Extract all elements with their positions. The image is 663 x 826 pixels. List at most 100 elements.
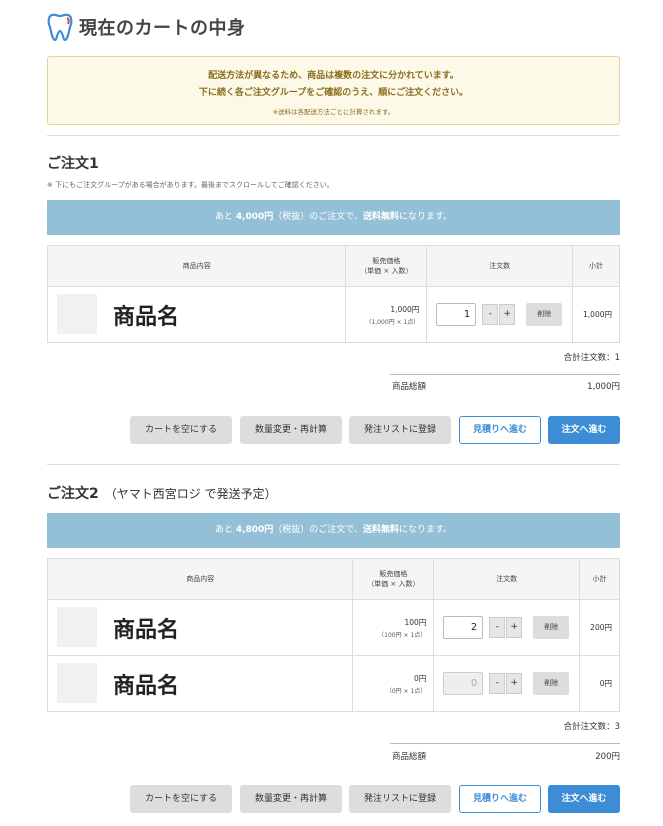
price-cell: 0円 （0円 × 1点） [352, 655, 435, 712]
qty-plus-button[interactable]: + [499, 304, 516, 325]
sum-label: 商品総額 [392, 752, 427, 762]
quantity-input[interactable]: 0 [443, 672, 484, 695]
order-1-note: ※ 下にもご注文グループがある場合があります。最後までスクロールしてご確認くださ… [47, 181, 334, 189]
qty-minus-button[interactable]: - [482, 304, 499, 325]
cart-table-1: 商品内容 販売価格 （単価 × 入数） 注文数 小計 商品名 1,000円 （1… [46, 245, 620, 343]
total-count: 合計注文数：3 [563, 722, 620, 732]
table-header-row: 商品内容 販売価格 （単価 × 入数） 注文数 小計 [46, 558, 620, 600]
notice-line-1: 配送方法が異なるため、商品は複数の注文に分かれています。 [208, 71, 459, 81]
price-cell: 1,000円 （1,000円 × 1点） [345, 286, 428, 343]
unit-price: 100円 [404, 617, 427, 627]
table-row: 商品名 0円 （0円 × 1点） 0 - + 削除 0円 [46, 655, 620, 712]
banner-mid: （税抜）のご注文で、 [273, 525, 363, 535]
product-cell: 商品名 [46, 286, 347, 343]
quote-button[interactable]: 見積りへ進む [459, 785, 541, 813]
order-1-title: ご注文1 [47, 153, 99, 173]
order-2-subtitle: （ヤマト西宮ロジ で発送予定） [104, 487, 277, 501]
recalculate-button[interactable]: 数量変更・再計算 [240, 416, 342, 444]
banner-free-label: 送料無料 [362, 525, 399, 535]
banner-post: になります。 [398, 212, 453, 222]
delete-button[interactable]: 削除 [533, 616, 570, 639]
empty-cart-button[interactable]: カートを空にする [130, 416, 232, 444]
qty-cell: 2 - + 削除 [433, 599, 581, 656]
add-to-list-button[interactable]: 発注リストに登録 [349, 416, 451, 444]
order-2-title-text: ご注文2 [47, 486, 99, 502]
product-thumbnail[interactable] [57, 294, 97, 334]
qty-cell: 1 - + 削除 [426, 286, 574, 343]
col-subtotal: 小計 [572, 245, 620, 287]
product-thumbnail[interactable] [57, 663, 97, 703]
col-price-sub: （単価 × 入数） [367, 580, 420, 588]
table-row: 商品名 1,000円 （1,000円 × 1点） 1 - + 削除 1,000円 [46, 286, 620, 343]
qty-minus-button[interactable]: - [489, 617, 506, 638]
empty-cart-button[interactable]: カートを空にする [130, 785, 232, 813]
col-price: 販売価格 （単価 × 入数） [352, 558, 435, 600]
unit-price: 1,000円 [390, 304, 420, 314]
product-cell: 商品名 [46, 655, 354, 712]
col-product: 商品内容 [46, 558, 354, 600]
delete-button[interactable]: 削除 [533, 672, 570, 695]
product-thumbnail[interactable] [57, 607, 97, 647]
banner-free-label: 送料無料 [362, 212, 399, 222]
subtotal-cell: 0円 [579, 655, 620, 712]
price-detail: （100円 × 1点） [378, 631, 427, 639]
qty-cell: 0 - + 削除 [433, 655, 581, 712]
table-header-row: 商品内容 販売価格 （単価 × 入数） 注文数 小計 [46, 245, 620, 287]
price-cell: 100円 （100円 × 1点） [352, 599, 435, 656]
product-cell: 商品名 [46, 599, 354, 656]
delete-button[interactable]: 削除 [526, 303, 563, 326]
divider [47, 135, 620, 136]
sum-divider [390, 374, 620, 375]
recalculate-button[interactable]: 数量変更・再計算 [240, 785, 342, 813]
order-2-title: ご注文2 （ヤマト西宮ロジ で発送予定） [47, 483, 277, 503]
qty-plus-button[interactable]: + [506, 617, 523, 638]
divider [47, 464, 620, 465]
table-row: 商品名 100円 （100円 × 1点） 2 - + 削除 200円 [46, 599, 620, 656]
col-price-sub: （単価 × 入数） [360, 267, 413, 275]
subtotal-cell: 200円 [579, 599, 620, 656]
split-order-notice: 配送方法が異なるため、商品は複数の注文に分かれています。 下に続く各ご注文グルー… [47, 56, 620, 125]
total-count: 合計注文数：1 [563, 353, 620, 363]
qty-plus-button[interactable]: + [506, 673, 523, 694]
checkout-button[interactable]: 注文へ進む [548, 416, 620, 444]
quantity-input[interactable]: 1 [436, 303, 477, 326]
checkout-button[interactable]: 注文へ進む [548, 785, 620, 813]
col-subtotal: 小計 [579, 558, 620, 600]
sum-value: 200円 [595, 752, 620, 762]
product-name[interactable]: 商品名 [113, 612, 179, 644]
sum-value: 1,000円 [587, 382, 620, 392]
qty-minus-button[interactable]: - [489, 673, 506, 694]
notice-line-3: ※送料は各配送方法ごとに計算されます。 [272, 108, 395, 116]
add-to-list-button[interactable]: 発注リストに登録 [349, 785, 451, 813]
banner-amount: 4,000円 [235, 212, 274, 222]
col-product: 商品内容 [46, 245, 347, 287]
banner-pre: あと [214, 212, 233, 222]
subtotal-cell: 1,000円 [572, 286, 620, 343]
col-price: 販売価格 （単価 × 入数） [345, 245, 428, 287]
price-detail: （1,000円 × 1点） [365, 318, 420, 326]
banner-pre: あと [214, 525, 233, 535]
sum-label: 商品総額 [392, 382, 427, 392]
notice-line-2: 下に続く各ご注文グループをご確認のうえ、順にご注文ください。 [198, 88, 469, 98]
unit-price: 0円 [414, 673, 427, 683]
banner-amount: 4,800円 [235, 525, 274, 535]
product-name[interactable]: 商品名 [113, 299, 179, 331]
banner-mid: （税抜）のご注文で、 [273, 212, 363, 222]
col-price-label: 販売価格 [379, 570, 408, 578]
cart-table-2: 商品内容 販売価格 （単価 × 入数） 注文数 小計 商品名 100円 （100… [46, 558, 620, 712]
col-qty: 注文数 [433, 558, 581, 600]
free-shipping-banner-1: あと 4,000円（税抜）のご注文で、送料無料になります。 [47, 200, 620, 235]
free-shipping-banner-2: あと 4,800円（税抜）のご注文で、送料無料になります。 [47, 513, 620, 548]
col-price-label: 販売価格 [372, 257, 401, 265]
order-1-title-text: ご注文1 [47, 156, 99, 172]
page-title: 現在のカートの中身 [79, 18, 246, 39]
quote-button[interactable]: 見積りへ進む [459, 416, 541, 444]
col-qty: 注文数 [426, 245, 574, 287]
sum-divider [390, 743, 620, 744]
product-name[interactable]: 商品名 [113, 668, 179, 700]
page-header: 現在のカートの中身 [47, 12, 246, 42]
tooth-icon [47, 13, 73, 42]
quantity-input[interactable]: 2 [443, 616, 484, 639]
price-detail: （0円 × 1点） [385, 687, 427, 695]
banner-post: になります。 [398, 525, 453, 535]
